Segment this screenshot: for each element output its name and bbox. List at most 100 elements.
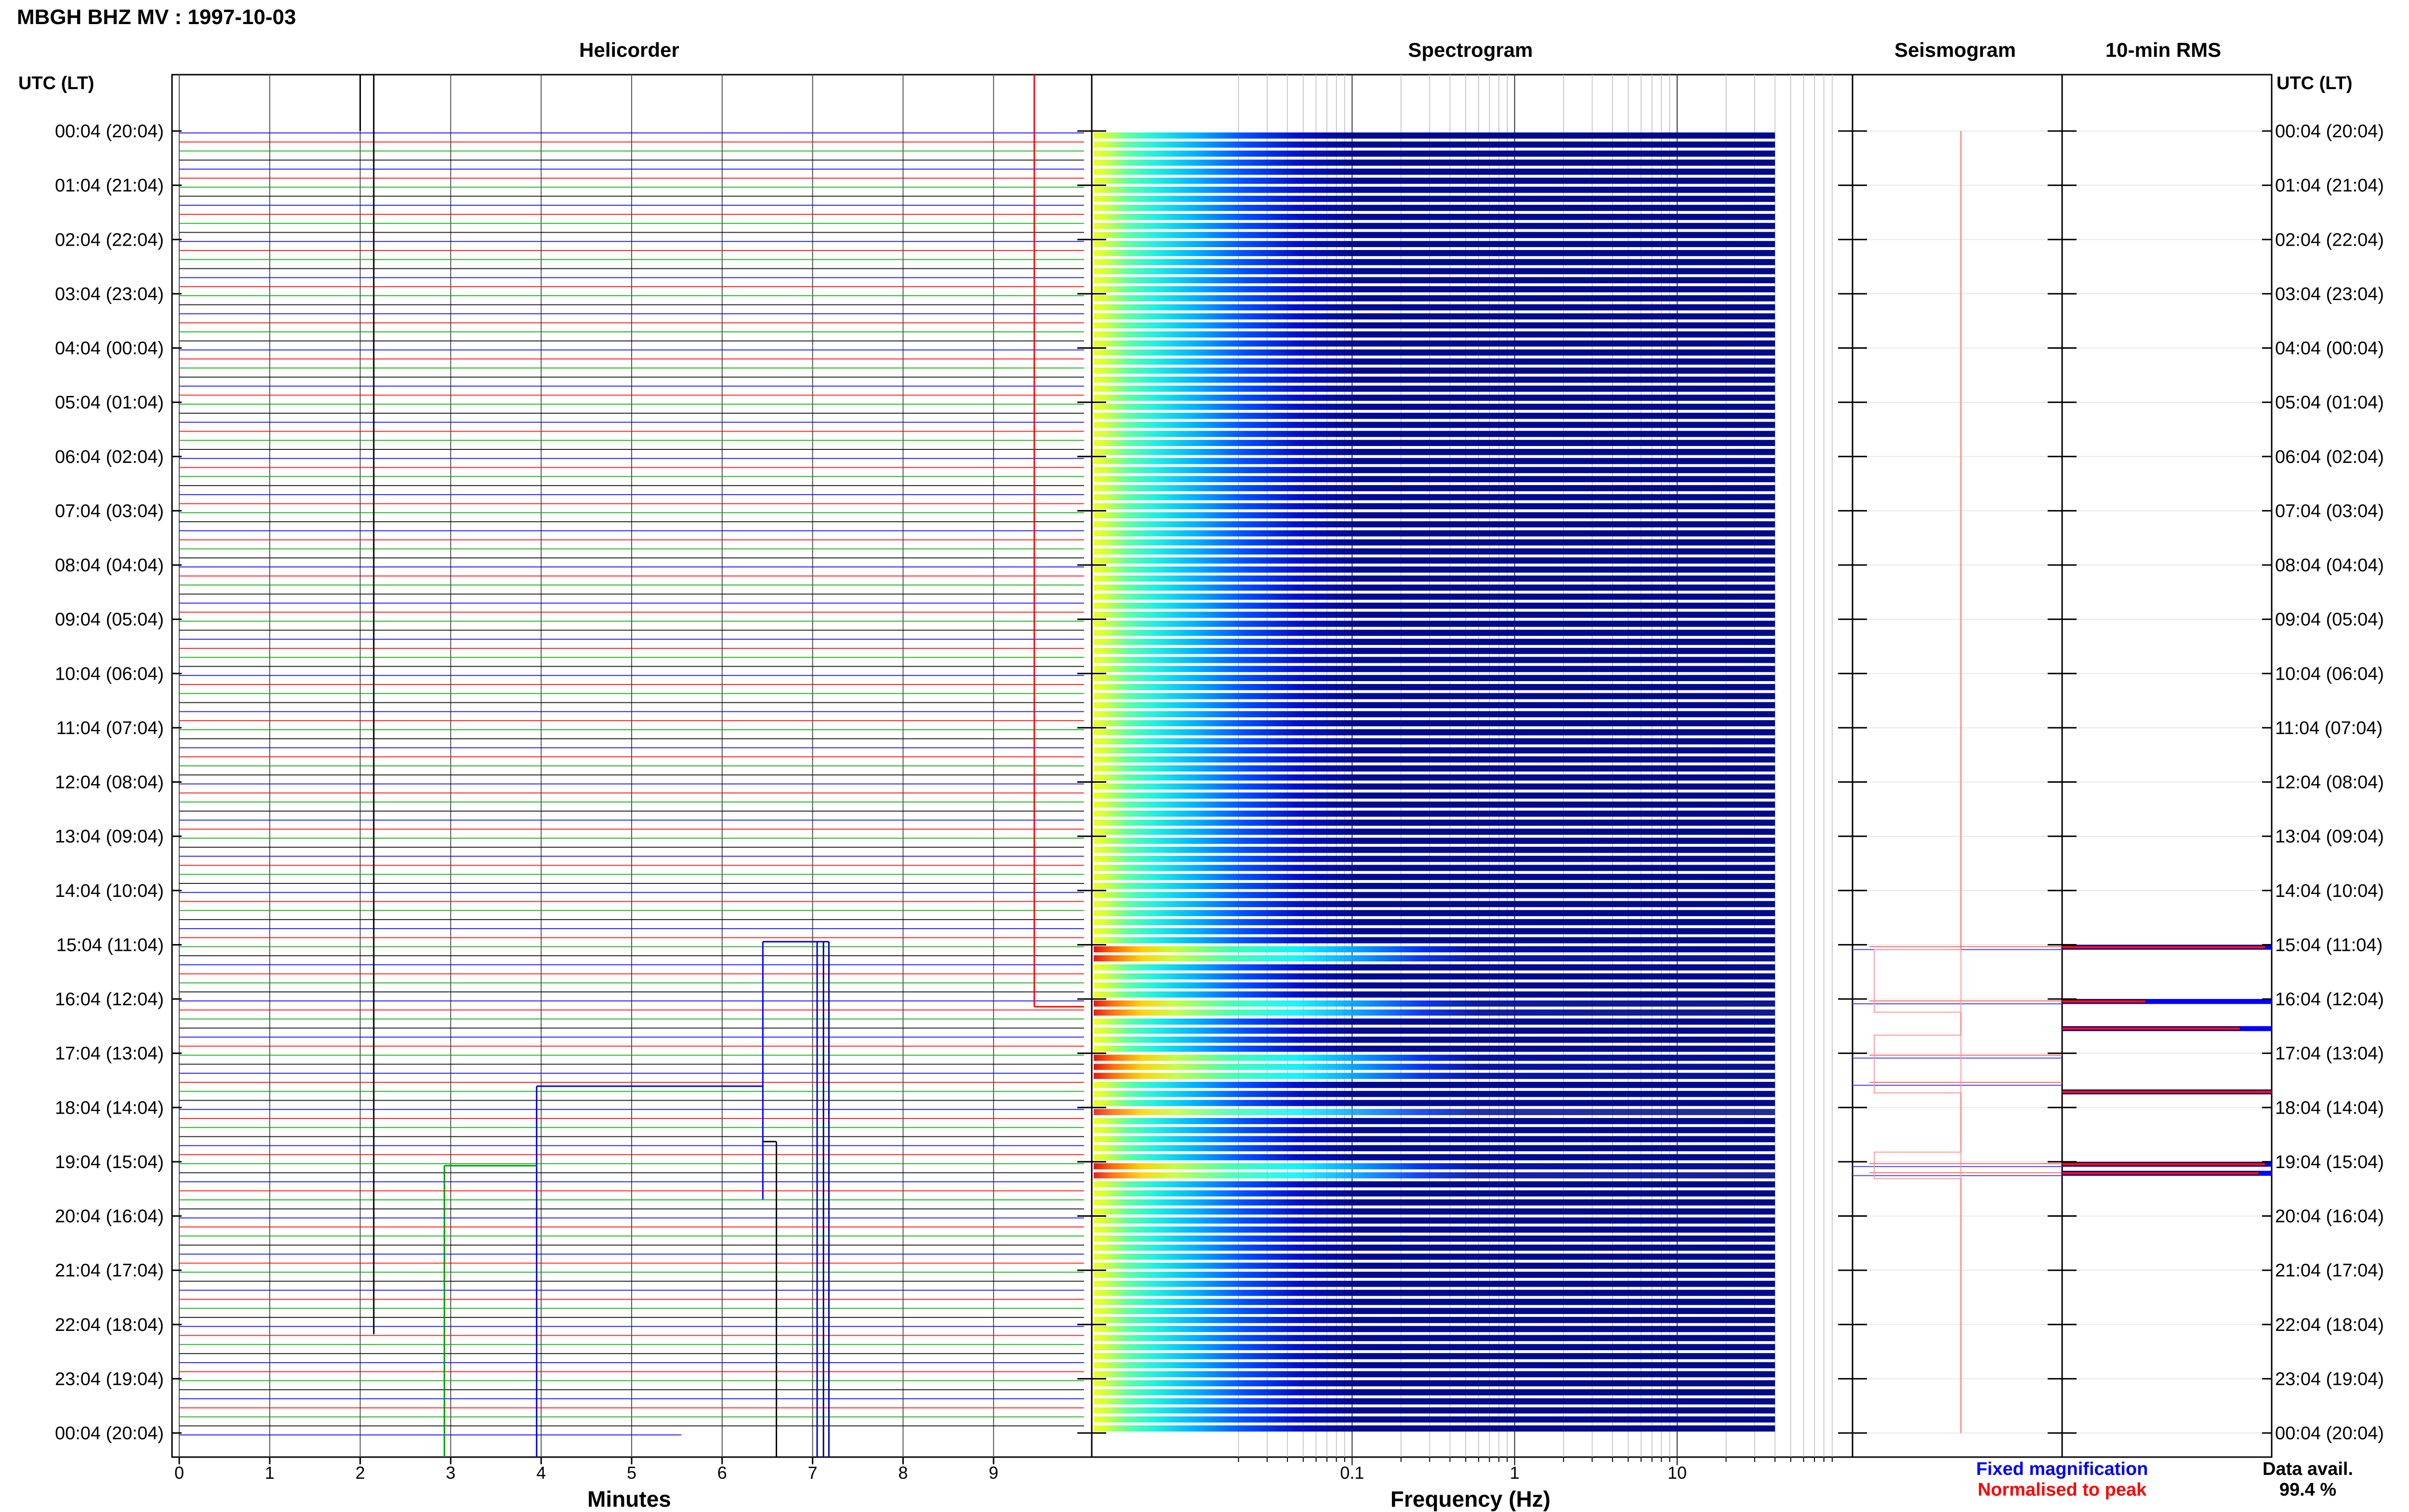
hour-label-right: 12:04 (08:04) bbox=[2275, 773, 2384, 793]
spectrogram-row bbox=[1094, 421, 1775, 428]
hour-label-left: 15:04 (11:04) bbox=[56, 935, 164, 955]
spectrogram-row bbox=[1094, 792, 1775, 799]
spectrogram-row bbox=[1094, 910, 1775, 917]
rms-bar-normalised bbox=[2062, 1171, 2260, 1175]
hour-label-right: 18:04 (14:04) bbox=[2275, 1098, 2384, 1118]
seismogram-event-box bbox=[1874, 1151, 1961, 1179]
hour-label-right: 17:04 (13:04) bbox=[2275, 1044, 2384, 1064]
hour-label-right: 20:04 (16:04) bbox=[2275, 1207, 2384, 1227]
spectrogram-row bbox=[1094, 675, 1775, 682]
spectrogram-row bbox=[1094, 132, 1775, 139]
spectrogram-row bbox=[1094, 213, 1775, 220]
spectrogram-row bbox=[1094, 331, 1775, 338]
hour-label-right: 07:04 (03:04) bbox=[2275, 501, 2384, 521]
spectrogram-row bbox=[1094, 973, 1775, 980]
hour-label-right: 16:04 (12:04) bbox=[2275, 989, 2384, 1010]
spectrogram-row bbox=[1094, 838, 1775, 844]
spectrogram-row bbox=[1094, 512, 1775, 519]
spectrogram-row bbox=[1094, 394, 1775, 401]
spectrogram-row bbox=[1094, 756, 1775, 763]
spectrogram-row bbox=[1094, 802, 1775, 808]
hour-label-left: 05:04 (01:04) bbox=[55, 393, 164, 413]
seismogram-frame bbox=[1852, 74, 2063, 1458]
hour-label-left: 01:04 (21:04) bbox=[55, 176, 164, 196]
minute-tick-label: 2 bbox=[356, 1463, 365, 1483]
spectrogram-row bbox=[1094, 1154, 1775, 1160]
hour-label-right: 08:04 (04:04) bbox=[2275, 555, 2384, 576]
spectrogram-row bbox=[1094, 1136, 1775, 1143]
hour-label-left: 19:04 (15:04) bbox=[55, 1152, 164, 1172]
frequency-axis: 0.1 1 10 bbox=[1238, 1457, 1833, 1483]
spectrogram-row bbox=[1094, 313, 1775, 320]
spectrogram-row bbox=[1094, 196, 1775, 202]
spectrogram-row bbox=[1094, 1253, 1775, 1260]
spectrogram-row bbox=[1094, 846, 1775, 853]
hour-label-left: 18:04 (14:04) bbox=[55, 1098, 164, 1118]
minute-tick-label: 5 bbox=[627, 1463, 636, 1483]
minutes-axis-label: Minutes bbox=[587, 1486, 671, 1512]
spectrogram-row bbox=[1094, 259, 1775, 265]
hour-label-left: 02:04 (22:04) bbox=[55, 230, 164, 250]
spectrogram-row bbox=[1094, 1190, 1775, 1196]
hour-label-right: 13:04 (09:04) bbox=[2275, 827, 2384, 847]
minute-tick-label: 9 bbox=[989, 1463, 998, 1483]
spectrogram-row bbox=[1094, 729, 1775, 736]
spectrogram-row bbox=[1094, 955, 1775, 961]
spectrogram-row bbox=[1094, 828, 1775, 835]
legend-fixed-magnification: Fixed magnification bbox=[1976, 1459, 2148, 1479]
spectrogram-row bbox=[1094, 358, 1775, 365]
spectrogram-row bbox=[1094, 494, 1775, 500]
spectrogram-row bbox=[1094, 1316, 1775, 1323]
spectrogram-row bbox=[1094, 702, 1775, 709]
spectrogram-row bbox=[1094, 937, 1775, 944]
spectrogram-row bbox=[1094, 720, 1775, 726]
spectrogram-row bbox=[1094, 783, 1775, 790]
hour-labels-right: 00:04 (20:04) 01:04 (21:04) 02:04 (22:04) 0… bbox=[2275, 121, 2384, 1444]
spectrogram-row bbox=[1094, 557, 1775, 564]
spectrogram-row bbox=[1094, 593, 1775, 600]
spectrogram-row bbox=[1094, 412, 1775, 419]
hour-label-right: 02:04 (22:04) bbox=[2275, 230, 2384, 250]
hour-label-left: 14:04 (10:04) bbox=[55, 881, 164, 901]
hour-label-left: 16:04 (12:04) bbox=[55, 989, 164, 1010]
spectrogram-row bbox=[1094, 982, 1775, 989]
spectrogram-row bbox=[1094, 1344, 1775, 1351]
spectrogram-row bbox=[1094, 620, 1775, 627]
spectrogram-row bbox=[1094, 1208, 1775, 1215]
spectrogram-row bbox=[1094, 603, 1775, 609]
spectrogram-row bbox=[1094, 1009, 1775, 1016]
spectrogram-row bbox=[1094, 666, 1775, 672]
spectrogram-row bbox=[1094, 521, 1775, 527]
spectrogram-row bbox=[1094, 1362, 1775, 1368]
spectrogram-row bbox=[1094, 901, 1775, 907]
seismogram-event-box bbox=[1874, 949, 1961, 1013]
frequency-tick-label: 0.1 bbox=[1340, 1463, 1364, 1483]
spectrogram-row bbox=[1094, 1226, 1775, 1233]
spectrogram-row bbox=[1094, 1280, 1775, 1287]
spectrogram-row bbox=[1094, 1326, 1775, 1332]
hour-label-left: 22:04 (18:04) bbox=[55, 1315, 164, 1335]
hour-label-right: 15:04 (11:04) bbox=[2275, 935, 2383, 955]
spectrogram-row bbox=[1094, 874, 1775, 880]
spectrogram-row bbox=[1094, 1416, 1775, 1423]
frequency-tick-label: 1 bbox=[1510, 1463, 1520, 1483]
spectrogram-row bbox=[1094, 738, 1775, 745]
panel-title-spectrogram: Spectrogram bbox=[1408, 39, 1533, 61]
spectrogram-row bbox=[1094, 177, 1775, 184]
spectrogram-row bbox=[1094, 440, 1775, 446]
spectrogram-row bbox=[1094, 186, 1775, 193]
spectrogram-row bbox=[1094, 548, 1775, 555]
spectrogram-row bbox=[1094, 1054, 1775, 1061]
hour-label-left: 00:04 (20:04) bbox=[55, 121, 164, 142]
spectrogram-row bbox=[1094, 250, 1775, 256]
hour-label-left: 04:04 (00:04) bbox=[55, 339, 164, 359]
hour-label-right: 14:04 (10:04) bbox=[2275, 881, 2384, 901]
rms-bar-normalised bbox=[2062, 1162, 2266, 1166]
hour-label-right: 10:04 (06:04) bbox=[2275, 664, 2384, 684]
spectrogram-row bbox=[1094, 1037, 1775, 1043]
minute-tick-label: 6 bbox=[717, 1463, 727, 1483]
utc-label-right: UTC (LT) bbox=[2277, 73, 2353, 93]
panel-title-rms: 10-min RMS bbox=[2105, 39, 2221, 61]
spectrogram-row bbox=[1094, 1109, 1775, 1116]
spectrogram-row bbox=[1094, 1118, 1775, 1124]
